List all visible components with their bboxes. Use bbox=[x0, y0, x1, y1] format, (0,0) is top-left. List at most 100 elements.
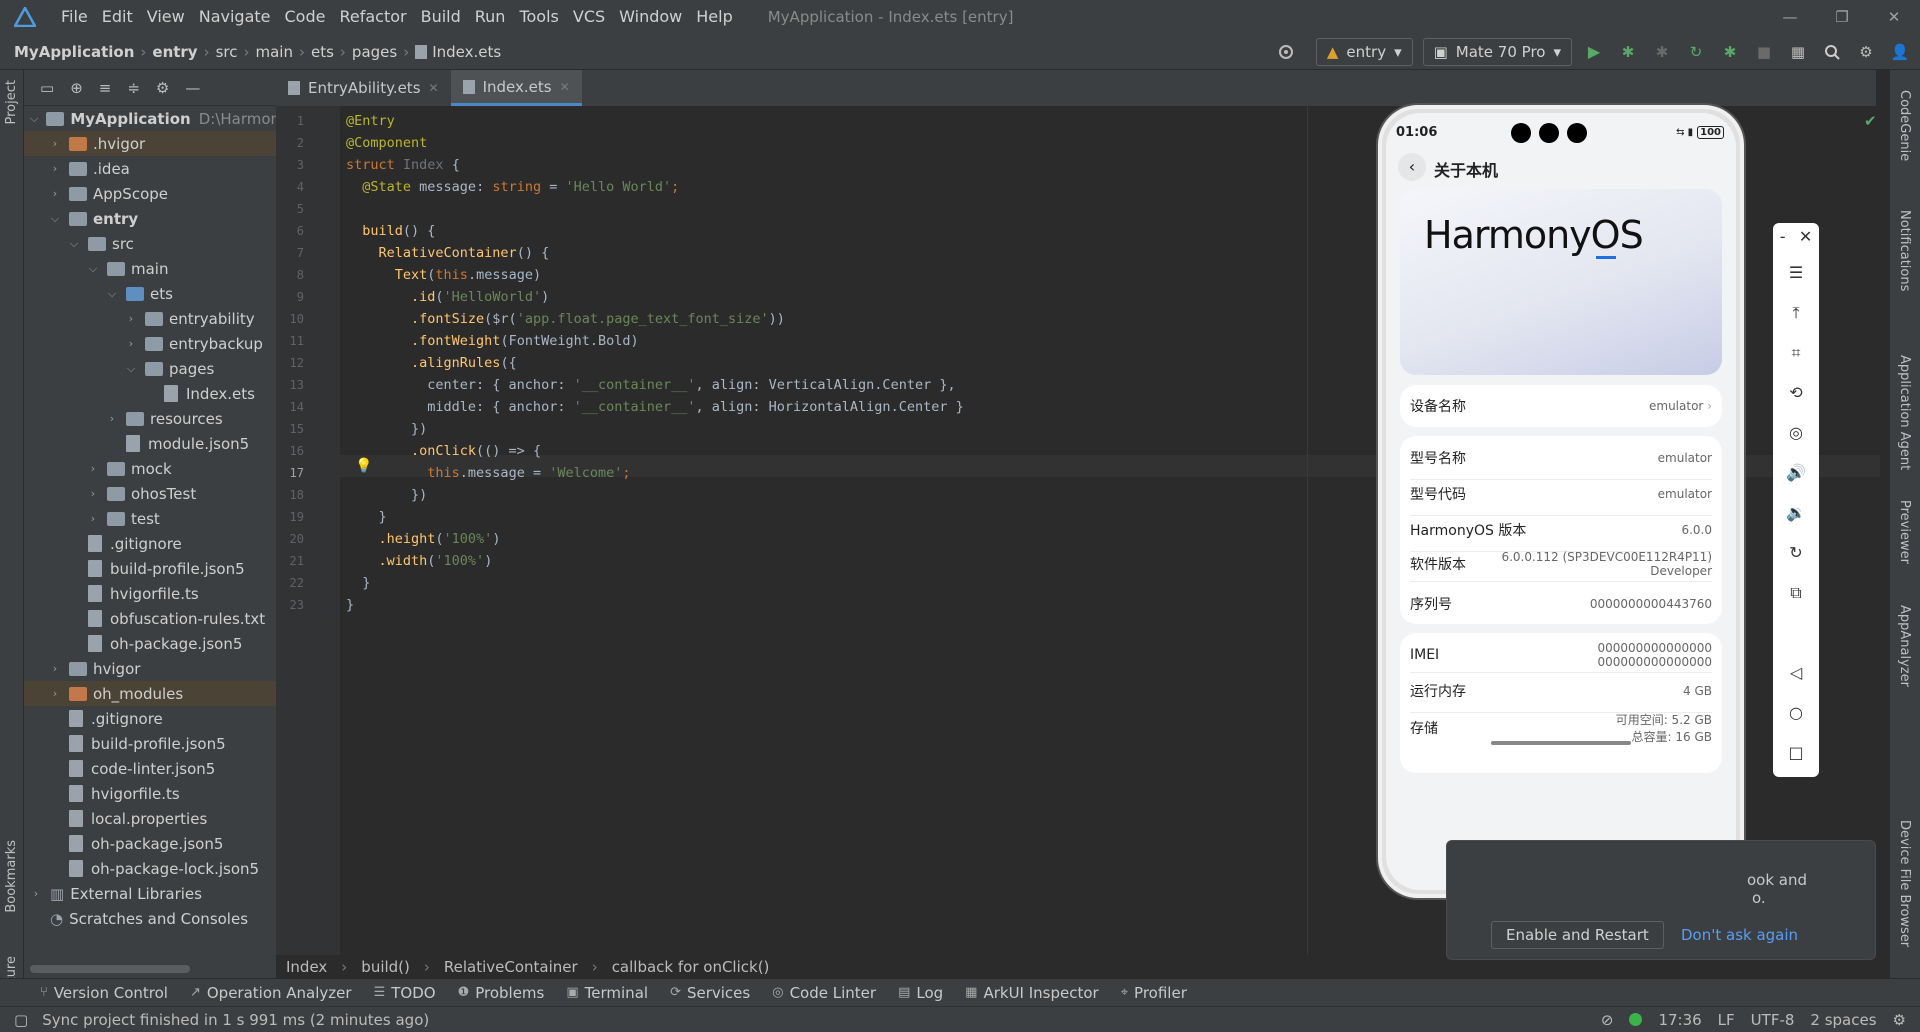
menu-code[interactable]: Code bbox=[278, 0, 333, 34]
tree-item[interactable]: › ohosTest bbox=[24, 481, 276, 506]
menu-build[interactable]: Build bbox=[414, 0, 468, 34]
tree-item[interactable]: build-profile.json5 bbox=[24, 556, 276, 581]
tree-item[interactable]: › entrybackup bbox=[24, 331, 276, 356]
editor-tab[interactable]: Index.ets ✕ bbox=[450, 70, 582, 106]
tree-item[interactable]: oh-package.json5 bbox=[24, 631, 276, 656]
info-row[interactable]: 型号名称 emulator bbox=[1410, 448, 1712, 468]
settings-gear-icon[interactable]: ⚙ bbox=[1854, 40, 1878, 64]
tree-item[interactable]: .gitignore bbox=[24, 706, 276, 731]
search-icon[interactable] bbox=[1820, 40, 1844, 64]
tree-item[interactable]: ⌵ main bbox=[24, 256, 276, 281]
debug-icon[interactable]: ✱ bbox=[1616, 40, 1640, 64]
tree-item[interactable]: obfuscation-rules.txt bbox=[24, 606, 276, 631]
editor-breadcrumb-item[interactable]: RelativeContainer bbox=[444, 958, 578, 976]
intention-bulb-icon[interactable]: 💡 bbox=[355, 458, 372, 474]
tree-item[interactable]: ⌵ MyApplication D:\Harmony bbox=[24, 106, 276, 131]
code-editor[interactable]: @Entry @Component struct Index { @State me… bbox=[340, 106, 1310, 958]
tree-item[interactable]: ⌵ entry bbox=[24, 206, 276, 231]
breadcrumb-item[interactable]: main bbox=[256, 43, 293, 61]
restore-button[interactable]: ❐ bbox=[1816, 8, 1868, 26]
apply-changes-icon[interactable]: ↻ bbox=[1684, 40, 1708, 64]
toggle-panels-icon[interactable]: ▢ bbox=[14, 1011, 28, 1029]
volume-down-icon[interactable]: 🔉 bbox=[1773, 503, 1819, 522]
minimize-emulator-icon[interactable]: - bbox=[1780, 227, 1786, 246]
close-emulator-icon[interactable]: ✕ bbox=[1799, 227, 1812, 246]
previewer-tool-tab[interactable]: Previewer bbox=[1897, 500, 1912, 564]
info-row[interactable]: 序列号 0000000000443760 bbox=[1410, 594, 1712, 614]
project-view-icon[interactable]: ▭ bbox=[40, 79, 54, 97]
locate-icon[interactable]: ⊕ bbox=[70, 79, 83, 97]
tree-item[interactable]: › entryability bbox=[24, 306, 276, 331]
memory-icon[interactable]: ⚙ bbox=[1893, 1011, 1906, 1029]
location-icon[interactable]: ◎ bbox=[1773, 423, 1819, 442]
tree-item[interactable]: › .hvigor bbox=[24, 131, 276, 156]
rotate-icon[interactable]: ⟲ bbox=[1773, 383, 1819, 402]
tree-item[interactable]: ⌵ src bbox=[24, 231, 276, 256]
bookmarks-tool-tab[interactable]: Bookmarks bbox=[4, 840, 19, 913]
editor-tab[interactable]: EntryAbility.ets ✕ bbox=[276, 70, 451, 106]
tool-window-code-linter[interactable]: ◎ Code Linter bbox=[772, 984, 876, 1002]
tree-item[interactable]: oh-package.json5 bbox=[24, 831, 276, 856]
minimize-button[interactable]: — bbox=[1764, 8, 1816, 26]
menu-icon[interactable]: ☰ bbox=[1773, 263, 1819, 282]
tool-window-terminal[interactable]: ▣ Terminal bbox=[566, 984, 648, 1002]
device-file-browser-tool-tab[interactable]: Device File Browser bbox=[1897, 820, 1912, 947]
tree-item[interactable]: › AppScope bbox=[24, 181, 276, 206]
application-agent-tool-tab[interactable]: Application Agent bbox=[1897, 355, 1912, 470]
info-row[interactable]: IMEI 000000000000000 000000000000000 bbox=[1410, 641, 1712, 669]
screenshot-crop-icon[interactable]: ⌗ bbox=[1773, 343, 1819, 363]
dont-ask-again-link[interactable]: Don't ask again bbox=[1681, 926, 1798, 944]
line-separator[interactable]: LF bbox=[1718, 1011, 1735, 1029]
back-button[interactable]: ‹ bbox=[1398, 153, 1426, 181]
enable-restart-button[interactable]: Enable and Restart bbox=[1491, 921, 1664, 949]
tree-item[interactable]: › ▥ External Libraries bbox=[24, 881, 276, 906]
tree-item[interactable]: hvigorfile.ts bbox=[24, 781, 276, 806]
info-row[interactable]: 软件版本 6.0.0.112 (SP3DEVC00E112R4P11) Develo… bbox=[1410, 550, 1712, 578]
menu-help[interactable]: Help bbox=[689, 0, 739, 34]
menu-file[interactable]: File bbox=[54, 0, 95, 34]
tree-item[interactable]: › hvigor bbox=[24, 656, 276, 681]
codegenie-tool-tab[interactable]: CodeGenie bbox=[1897, 90, 1912, 161]
tree-item[interactable]: .gitignore bbox=[24, 531, 276, 556]
breadcrumb-item[interactable]: Index.ets bbox=[432, 43, 501, 61]
tree-item[interactable]: code-linter.json5 bbox=[24, 756, 276, 781]
menu-run[interactable]: Run bbox=[468, 0, 513, 34]
breadcrumb-item[interactable]: ets bbox=[311, 43, 334, 61]
pin-top-icon[interactable]: ⤒ bbox=[1773, 303, 1819, 323]
info-row[interactable]: 运行内存 4 GB bbox=[1410, 681, 1712, 701]
device-select[interactable]: ▣ Mate 70 Pro ▾ bbox=[1422, 37, 1572, 66]
indent-setting[interactable]: 2 spaces bbox=[1810, 1011, 1876, 1029]
editor-breadcrumb-item[interactable]: Index bbox=[286, 958, 327, 976]
breadcrumb-item[interactable]: MyApplication bbox=[14, 43, 134, 61]
tool-window-services[interactable]: ⟳ Services bbox=[670, 984, 750, 1002]
tree-item[interactable]: local.properties bbox=[24, 806, 276, 831]
tree-item[interactable]: hvigorfile.ts bbox=[24, 581, 276, 606]
tree-item[interactable]: build-profile.json5 bbox=[24, 731, 276, 756]
stop-icon[interactable]: ■ bbox=[1752, 40, 1776, 64]
tool-window-version-control[interactable]: ⑂ Version Control bbox=[40, 984, 168, 1002]
tree-item[interactable]: ⌵ pages bbox=[24, 356, 276, 381]
nav-recent-icon[interactable]: □ bbox=[1773, 743, 1819, 762]
tree-item[interactable]: ◔ Scratches and Consoles bbox=[24, 906, 276, 931]
menu-window[interactable]: Window bbox=[612, 0, 689, 34]
menu-refactor[interactable]: Refactor bbox=[332, 0, 413, 34]
run-icon[interactable]: ▶ bbox=[1582, 40, 1606, 64]
expand-all-icon[interactable]: ≡ bbox=[99, 79, 112, 97]
tree-item[interactable]: Index.ets bbox=[24, 381, 276, 406]
info-row[interactable]: HarmonyOS 版本 6.0.0 bbox=[1410, 520, 1712, 540]
tree-item[interactable]: › .idea bbox=[24, 156, 276, 181]
multi-window-icon[interactable]: ⧉ bbox=[1773, 583, 1819, 603]
tool-window-todo[interactable]: ☰ TODO bbox=[374, 984, 436, 1002]
attach-debugger-icon[interactable]: ✱ bbox=[1650, 40, 1674, 64]
nav-back-icon[interactable]: ◁ bbox=[1773, 663, 1819, 682]
tree-item[interactable]: › oh_modules bbox=[24, 681, 276, 706]
caret-position[interactable]: 17:36 bbox=[1658, 1011, 1701, 1029]
tree-item[interactable]: › resources bbox=[24, 406, 276, 431]
menu-tools[interactable]: Tools bbox=[512, 0, 565, 34]
tree-item[interactable]: › test bbox=[24, 506, 276, 531]
account-icon[interactable]: 👤 bbox=[1888, 40, 1912, 64]
breadcrumb-item[interactable]: src bbox=[216, 43, 238, 61]
info-row[interactable]: 存储 可用空间: 5.2 GB 总容量: 16 GB bbox=[1410, 711, 1712, 745]
menu-view[interactable]: View bbox=[140, 0, 192, 34]
file-encoding[interactable]: UTF-8 bbox=[1751, 1011, 1795, 1029]
